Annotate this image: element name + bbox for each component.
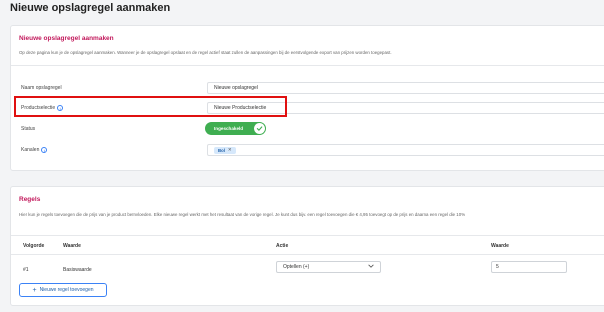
rule-card-description: Op deze pagina kun je de opslagregel aan… — [19, 50, 392, 55]
status-toggle-label: Ingeschakeld — [214, 126, 244, 131]
rule-details-card: Nieuwe opslagregel aanmaken Op deze pagi… — [10, 25, 604, 171]
channels-select[interactable]: Bol ✕ — [207, 144, 604, 156]
product-selection-input[interactable]: Nieuwe Productselectie — [207, 102, 604, 114]
rules-card-description: Hier kun je regels toevoegen die de prij… — [19, 212, 466, 217]
status-toggle[interactable]: Ingeschakeld — [205, 122, 266, 135]
product-selection-label-text: Productselectie — [21, 105, 56, 111]
rule-card-title: Nieuwe opslagregel aanmaken — [19, 35, 114, 42]
channels-label: Kanalen i — [21, 147, 48, 153]
channel-tag-label: Bol — [218, 147, 225, 153]
name-label: Naam opslagregel — [21, 85, 62, 91]
page-title: Nieuwe opslagregel aanmaken — [10, 2, 171, 14]
channels-label-text: Kanalen — [21, 147, 40, 153]
column-header-action: Actie — [276, 243, 289, 249]
action-select-value: Optellen (+) — [283, 264, 310, 270]
rules-card-title: Regels — [19, 196, 41, 203]
divider — [11, 254, 604, 255]
column-header-order: Volgorde — [23, 243, 45, 249]
check-icon — [254, 123, 265, 134]
amount-input[interactable]: 5 — [491, 261, 567, 273]
divider — [11, 65, 604, 66]
rules-card: Regels Hier kun je regels toevoegen die … — [10, 186, 604, 306]
status-label-text: Status — [21, 126, 36, 132]
column-header-amount: Waarde — [491, 243, 509, 249]
plus-icon: + — [32, 286, 37, 294]
action-select[interactable]: Optellen (+) — [276, 261, 381, 273]
info-icon[interactable]: i — [41, 147, 48, 153]
add-rule-button-label: Nieuwe regel toevoegen — [39, 287, 94, 293]
remove-tag-icon[interactable]: ✕ — [228, 147, 232, 153]
rule-base-value: Basiswaarde — [63, 267, 92, 273]
chevron-down-icon — [368, 264, 374, 270]
name-label-text: Naam opslagregel — [21, 85, 62, 91]
status-label: Status — [21, 126, 35, 132]
product-selection-label: Productselectie i — [21, 105, 64, 111]
rule-order: #1 — [23, 267, 29, 273]
divider — [11, 235, 604, 236]
column-header-value: Waarde — [63, 243, 81, 249]
name-input[interactable]: Nieuwe opslagregel — [207, 82, 604, 94]
info-icon[interactable]: i — [57, 105, 64, 111]
add-rule-button[interactable]: + Nieuwe regel toevoegen — [19, 283, 107, 297]
channel-tag: Bol ✕ — [214, 146, 236, 154]
